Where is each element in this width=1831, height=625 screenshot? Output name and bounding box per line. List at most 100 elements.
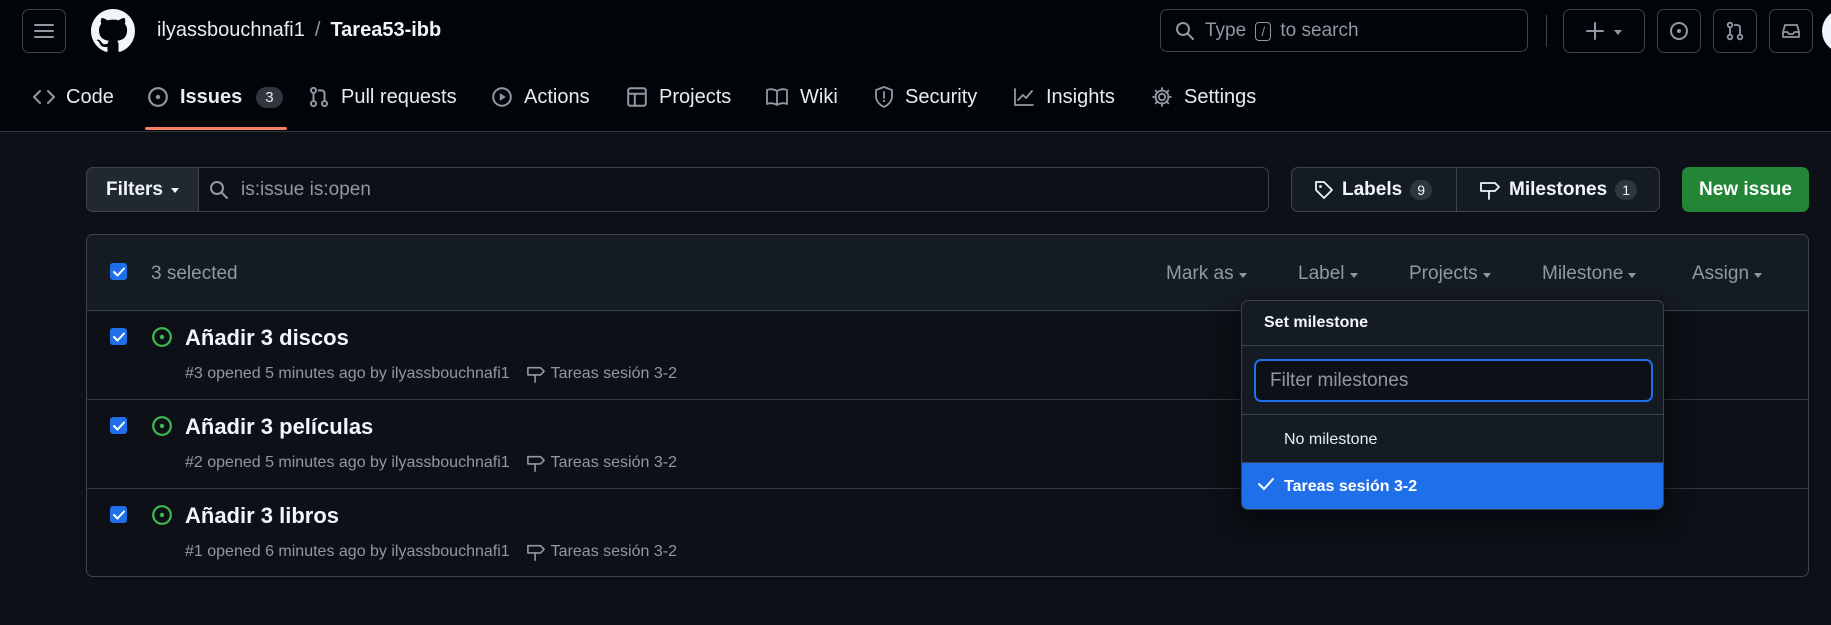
tab-code[interactable]: Code: [33, 62, 114, 132]
menu-button[interactable]: [22, 9, 66, 53]
tab-pull-requests[interactable]: Pull requests: [308, 62, 457, 132]
labels-label: Labels: [1342, 178, 1403, 200]
global-search[interactable]: Type / to search: [1160, 9, 1528, 52]
label-menu[interactable]: Label: [1298, 263, 1358, 285]
issue-checkbox[interactable]: [110, 417, 127, 434]
issues-search-input[interactable]: is:issue is:open: [199, 168, 1268, 211]
divider: [1242, 345, 1663, 346]
chevron-down-icon: [1614, 29, 1622, 35]
owner-link[interactable]: ilyassbouchnafi1: [157, 19, 305, 42]
tab-wiki[interactable]: Wiki: [765, 62, 838, 132]
issue-milestone-label: Tareas sesión 3-2: [550, 543, 677, 560]
labels-milestones-group: Labels 9 Milestones 1: [1291, 167, 1660, 212]
milestones-button[interactable]: Milestones 1: [1457, 168, 1637, 211]
search-shortcut-key: /: [1255, 21, 1272, 41]
chevron-down-icon: [1482, 272, 1491, 278]
projects-menu[interactable]: Projects: [1409, 263, 1491, 285]
issue-checkbox[interactable]: [110, 506, 127, 523]
code-icon: [33, 90, 55, 104]
issue-meta: #2 opened 5 minutes ago by ilyassbouchna…: [185, 454, 677, 472]
chevron-down-icon: [1238, 272, 1247, 278]
labels-button[interactable]: Labels 9: [1292, 168, 1457, 211]
milestone-icon: [526, 544, 545, 561]
filter-milestones-input[interactable]: [1254, 359, 1653, 402]
tab-actions[interactable]: Actions: [491, 62, 590, 132]
issue-milestone-link[interactable]: Tareas sesión 3-2: [526, 454, 677, 472]
create-new-button[interactable]: [1563, 9, 1645, 53]
issue-checkbox[interactable]: [110, 328, 127, 345]
milestone-icon: [526, 455, 545, 472]
milestone-option-selected[interactable]: Tareas sesión 3-2: [1242, 462, 1663, 509]
search-placeholder-before: Type: [1205, 19, 1247, 41]
assign-menu-label: Assign: [1692, 263, 1750, 284]
checkmark-icon: [112, 421, 125, 430]
issues-search-query: is:issue is:open: [241, 178, 371, 200]
tab-security[interactable]: Security: [874, 62, 977, 132]
chevron-down-icon: [1349, 272, 1358, 278]
tab-projects[interactable]: Projects: [626, 62, 731, 132]
check-icon: [1258, 478, 1274, 490]
git-pull-request-icon: [1726, 21, 1744, 41]
chevron-down-icon: [1628, 272, 1637, 278]
user-avatar[interactable]: [1822, 9, 1831, 53]
checkmark-icon: [112, 267, 125, 276]
issues-shortcut-button[interactable]: [1657, 9, 1701, 53]
new-issue-button[interactable]: New issue: [1682, 167, 1809, 212]
hamburger-icon: [34, 24, 54, 38]
milestones-count-badge: 1: [1615, 179, 1637, 200]
set-milestone-dropdown: Set milestone No milestone Tareas sesión…: [1241, 300, 1664, 510]
select-all-checkbox[interactable]: [110, 263, 127, 280]
repo-nav: Code Issues 3 Pull requests Actions Proj…: [0, 62, 1831, 132]
tab-issues-label: Issues: [180, 85, 243, 108]
toolbar-divider: [1546, 15, 1547, 47]
tab-settings[interactable]: Settings: [1151, 62, 1256, 132]
pull-requests-shortcut-button[interactable]: [1713, 9, 1757, 53]
milestone-option-label: Tareas sesión 3-2: [1284, 478, 1418, 495]
mark-as-menu[interactable]: Mark as: [1166, 263, 1247, 285]
tab-actions-label: Actions: [524, 85, 590, 108]
issue-milestone-link[interactable]: Tareas sesión 3-2: [526, 543, 677, 561]
issue-opened-icon: [148, 87, 168, 107]
tab-insights[interactable]: Insights: [1013, 62, 1115, 132]
plus-icon: [1586, 22, 1604, 40]
assign-menu[interactable]: Assign: [1692, 263, 1763, 285]
tab-issues[interactable]: Issues 3: [147, 62, 283, 132]
milestone-icon: [1480, 181, 1500, 200]
projects-menu-label: Projects: [1409, 263, 1478, 284]
chevron-down-icon: [1754, 272, 1763, 278]
issues-count-badge: 3: [256, 86, 283, 108]
issue-milestone-label: Tareas sesión 3-2: [550, 454, 677, 471]
selected-count: 3 selected: [151, 263, 238, 284]
tab-pull-requests-label: Pull requests: [341, 85, 457, 108]
play-icon: [492, 87, 512, 107]
filters-label: Filters: [105, 178, 164, 200]
inbox-icon: [1782, 24, 1800, 38]
issue-title-link[interactable]: Añadir 3 películas: [185, 414, 373, 440]
shield-icon: [875, 86, 893, 108]
github-logo-icon[interactable]: [91, 9, 135, 53]
search-icon: [210, 180, 228, 199]
tab-wiki-label: Wiki: [800, 85, 838, 108]
gear-icon: [1152, 87, 1172, 107]
issue-title-link[interactable]: Añadir 3 discos: [185, 325, 349, 351]
no-milestone-label: No milestone: [1284, 430, 1378, 448]
checkmark-icon: [112, 332, 125, 341]
checkmark-icon: [112, 510, 125, 519]
repo-link[interactable]: Tarea53-ibb: [330, 19, 441, 42]
tab-code-label: Code: [66, 85, 114, 108]
milestone-menu[interactable]: Milestone: [1542, 263, 1637, 285]
issue-opened-icon: [1670, 22, 1688, 40]
inbox-button[interactable]: [1769, 9, 1813, 53]
breadcrumb-separator: /: [314, 19, 321, 41]
issue-milestone-link[interactable]: Tareas sesión 3-2: [526, 365, 677, 383]
book-icon: [766, 88, 788, 106]
git-pull-request-icon: [309, 86, 329, 108]
filters-button[interactable]: Filters: [87, 168, 199, 211]
issue-title-link[interactable]: Añadir 3 libros: [185, 503, 339, 529]
no-milestone-option[interactable]: No milestone: [1242, 415, 1663, 464]
milestone-menu-label: Milestone: [1542, 263, 1624, 284]
dropdown-title: Set milestone: [1264, 314, 1369, 331]
issue-opened-info: #2 opened 5 minutes ago by ilyassbouchna…: [185, 454, 510, 471]
search-placeholder-after: to search: [1280, 19, 1359, 41]
table-icon: [627, 87, 647, 107]
